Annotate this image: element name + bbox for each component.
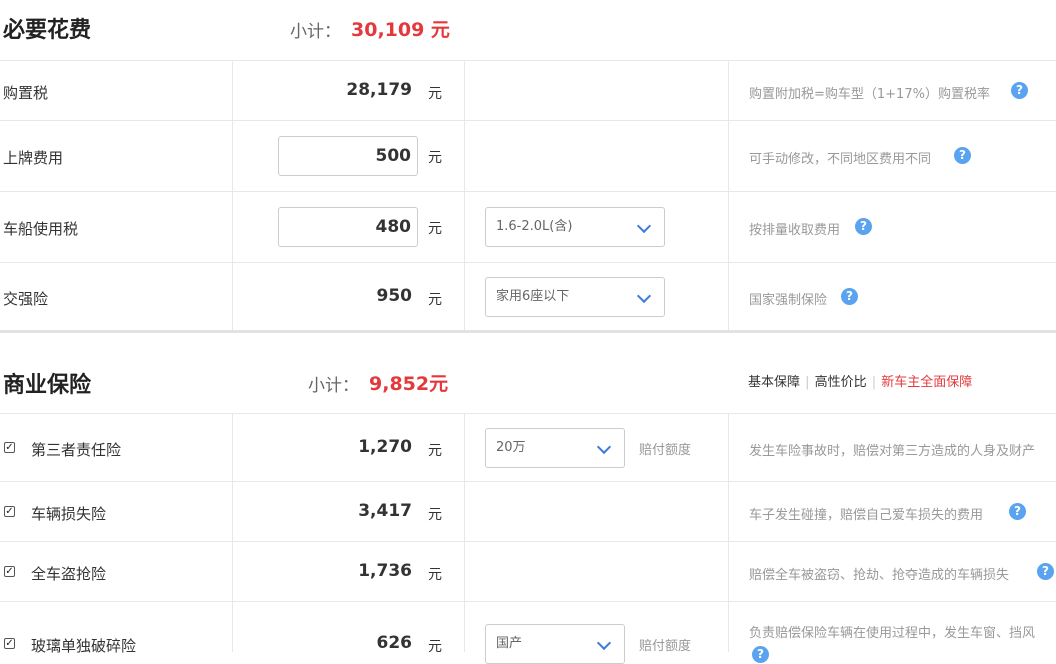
coverage-select[interactable]: 20万 — [485, 428, 625, 468]
coverage-label: 赔付额度 — [639, 639, 692, 654]
section-divider — [0, 330, 1056, 333]
row-note: 赔偿全车被盗窃、抢劫、抢夺造成的车辆损失 — [749, 568, 1010, 583]
row-unit: 元 — [428, 507, 442, 523]
plan-full[interactable]: 新车主全面保障 — [881, 375, 972, 390]
chevron-down-icon — [636, 218, 652, 234]
row-note: 发生车险事故时，赔偿对第三方造成的人身及财产 — [749, 444, 1036, 459]
row-label: 车辆损失险 — [31, 505, 107, 523]
row-note: 国家强制保险 — [749, 293, 828, 308]
row-label: 车船使用税 — [3, 220, 79, 238]
plate-fee-input[interactable]: 500 — [278, 136, 418, 176]
question-circle-icon[interactable]: ? — [841, 288, 858, 305]
question-circle-icon[interactable]: ? — [752, 646, 769, 663]
row-unit: 元 — [428, 221, 442, 237]
plan-value[interactable]: 高性价比 — [815, 375, 867, 390]
plan-separator: | — [871, 375, 877, 390]
question-circle-icon[interactable]: ? — [1011, 82, 1028, 99]
required-section-title: 必要花费 — [3, 18, 92, 43]
row-label: 上牌费用 — [3, 149, 64, 167]
row-amount: 1,270 — [358, 437, 412, 457]
row-label: 全车盗抢险 — [31, 565, 107, 583]
commercial-section-title: 商业保险 — [3, 373, 92, 398]
row-unit: 元 — [428, 567, 442, 583]
row-unit: 元 — [428, 292, 442, 308]
select-value: 国产 — [496, 636, 523, 651]
plan-basic[interactable]: 基本保障 — [748, 375, 800, 390]
question-circle-icon[interactable]: ? — [954, 147, 971, 164]
chevron-down-icon — [636, 288, 652, 304]
question-circle-icon[interactable]: ? — [1037, 563, 1054, 580]
row-note: 按排量收取费用 — [749, 223, 841, 238]
plan-separator: | — [805, 375, 810, 390]
vehicle-tax-input[interactable]: 480 — [278, 207, 418, 247]
select-value: 家用6座以下 — [496, 289, 570, 304]
chevron-down-icon — [596, 439, 612, 455]
row-note: 购置附加税=购车型（1+17%）购置税率 — [749, 87, 990, 102]
row-unit: 元 — [428, 443, 442, 459]
select-value: 1.6-2.0L(含) — [496, 219, 573, 234]
row-unit: 元 — [428, 639, 442, 655]
checkbox-checked-icon[interactable]: ✓ — [4, 506, 15, 517]
plan-tabs: 基本保障 | 高性价比 | 新车主全面保障 — [748, 371, 972, 390]
row-label: 玻璃单独破碎险 — [31, 637, 137, 655]
commercial-subtotal-label: 小计： — [308, 376, 359, 396]
question-circle-icon[interactable]: ? — [1009, 503, 1026, 520]
row-amount: 3,417 — [358, 501, 412, 521]
row-unit: 元 — [428, 150, 442, 166]
coverage-label: 赔付额度 — [639, 443, 692, 458]
question-circle-icon[interactable]: ? — [855, 218, 872, 235]
chevron-down-icon — [596, 635, 612, 651]
row-label: 交强险 — [3, 290, 49, 308]
row-amount: 626 — [376, 633, 413, 653]
glass-origin-select[interactable]: 国产 — [485, 624, 625, 664]
select-value: 20万 — [496, 440, 526, 455]
seat-type-select[interactable]: 家用6座以下 — [485, 277, 665, 317]
checkbox-checked-icon[interactable]: ✓ — [4, 638, 15, 649]
row-amount: 950 — [376, 286, 413, 306]
checkbox-checked-icon[interactable]: ✓ — [4, 442, 15, 453]
row-label: 第三者责任险 — [31, 441, 122, 459]
commercial-subtotal-value: 9,852元 — [369, 373, 449, 395]
required-subtotal-label: 小计： — [290, 22, 341, 42]
displacement-select[interactable]: 1.6-2.0L(含) — [485, 207, 665, 247]
row-note: 车子发生碰撞，赔偿自己爱车损失的费用 — [749, 508, 984, 523]
row-unit: 元 — [428, 86, 442, 102]
row-note: 可手动修改，不同地区费用不同 — [749, 152, 932, 167]
row-label: 购置税 — [3, 84, 49, 102]
row-note: 负责赔偿保险车辆在使用过程中，发生车窗、挡风 — [749, 626, 1036, 641]
row-amount: 28,179 — [346, 80, 412, 100]
checkbox-checked-icon[interactable]: ✓ — [4, 566, 15, 577]
row-amount: 1,736 — [358, 561, 412, 581]
required-subtotal-value: 30,109 元 — [351, 19, 450, 41]
